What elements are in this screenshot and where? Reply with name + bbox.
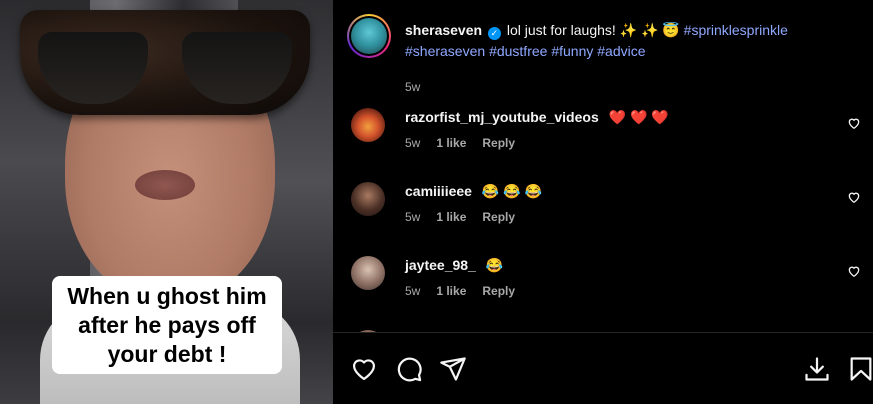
comments-panel: sheraseven ✓ lol just for laughs! ✨ ✨ 😇 … xyxy=(333,0,873,404)
reply-button[interactable]: Reply xyxy=(482,284,515,298)
reply-button[interactable]: Reply xyxy=(482,136,515,150)
comment-likes[interactable]: 1 like xyxy=(436,136,466,150)
hashtag-link[interactable]: #dustfree xyxy=(489,43,547,59)
comment-time: 5w xyxy=(405,284,421,298)
author-avatar[interactable] xyxy=(347,14,391,58)
media-caption-text: When u ghost him after he pays off your … xyxy=(67,282,267,367)
comment-item: jaytee_98_ 😂 5w 1 like Reply xyxy=(351,256,861,316)
comment-text: 😂 😂 😂 xyxy=(481,183,542,199)
media-lips xyxy=(135,170,195,200)
media-sunglasses xyxy=(20,10,310,115)
post-caption: sheraseven ✓ lol just for laughs! ✨ ✨ 😇 … xyxy=(405,20,855,62)
download-icon[interactable] xyxy=(803,355,831,383)
comment-likes[interactable]: 1 like xyxy=(436,284,466,298)
hashtag-link[interactable]: #sprinklesprinkle xyxy=(684,22,788,38)
bookmark-icon[interactable] xyxy=(847,355,873,383)
commenter-username[interactable]: razorfist_mj_youtube_videos xyxy=(405,109,599,125)
post-caption-text: lol just for laughs! ✨ ✨ 😇 xyxy=(506,22,680,38)
comment-time: 5w xyxy=(405,136,421,150)
comment-like-heart-icon[interactable] xyxy=(847,190,861,204)
post-action-bar xyxy=(333,332,873,404)
comment-time: 5w xyxy=(405,210,421,224)
comment-item: razorfist_mj_youtube_videos ❤️ ❤️ ❤️ 5w … xyxy=(351,108,861,168)
share-icon[interactable] xyxy=(439,355,467,383)
heart-icon[interactable] xyxy=(350,355,378,383)
comment-icon[interactable] xyxy=(395,355,423,383)
hashtag-link[interactable]: #sheraseven xyxy=(405,43,485,59)
comment-like-heart-icon[interactable] xyxy=(847,116,861,130)
media-caption-box: When u ghost him after he pays off your … xyxy=(52,276,282,374)
commenter-username[interactable]: camiiiieee xyxy=(405,183,472,199)
comment-item: camiiiieee 😂 😂 😂 5w 1 like Reply xyxy=(351,182,861,242)
reply-button[interactable]: Reply xyxy=(482,210,515,224)
commenter-avatar[interactable] xyxy=(351,256,385,290)
verified-badge-icon: ✓ xyxy=(487,27,501,40)
commenter-username[interactable]: jaytee_98_ xyxy=(405,257,476,273)
commenter-avatar[interactable] xyxy=(351,108,385,142)
post-timestamp: 5w xyxy=(405,80,421,94)
hashtag-link[interactable]: #advice xyxy=(597,43,645,59)
post-media[interactable]: When u ghost him after he pays off your … xyxy=(0,0,333,404)
commenter-avatar[interactable] xyxy=(351,182,385,216)
comment-likes[interactable]: 1 like xyxy=(436,210,466,224)
comment-text: 😂 xyxy=(485,257,504,273)
hashtag-link[interactable]: #funny xyxy=(551,43,593,59)
comment-text: ❤️ ❤️ ❤️ xyxy=(608,109,669,125)
author-username[interactable]: sheraseven xyxy=(405,22,482,38)
comment-like-heart-icon[interactable] xyxy=(847,264,861,278)
